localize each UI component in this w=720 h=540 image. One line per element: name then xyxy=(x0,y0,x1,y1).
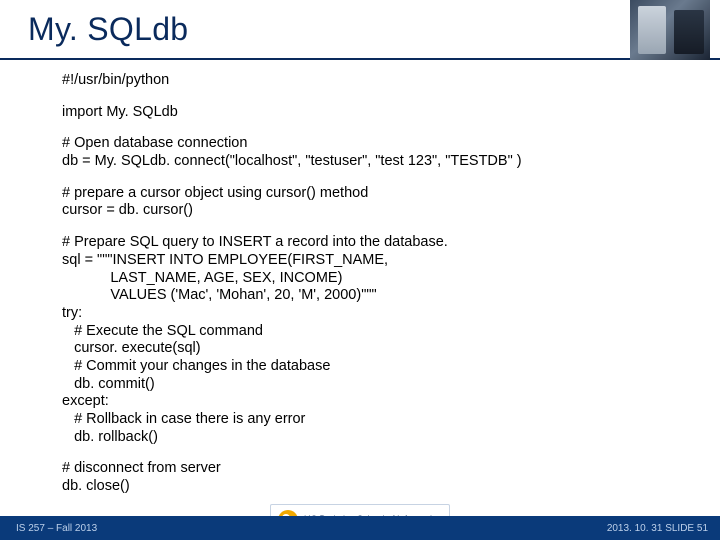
code-body: #!/usr/bin/python import My. SQLdb # Ope… xyxy=(0,60,720,496)
code-line: db. close() xyxy=(62,478,720,496)
code-line: try: xyxy=(62,305,720,323)
title-bar: My. SQLdb xyxy=(0,0,720,60)
code-line: db = My. SQLdb. connect("localhost", "te… xyxy=(62,153,720,171)
code-line: #!/usr/bin/python xyxy=(62,72,720,90)
code-line: # Open database connection xyxy=(62,135,720,153)
code-line: cursor. execute(sql) xyxy=(62,340,720,358)
code-line: # disconnect from server xyxy=(62,460,720,478)
footer-left: IS 257 – Fall 2013 xyxy=(0,523,97,534)
code-line: # Rollback in case there is any error xyxy=(62,411,720,429)
code-line: sql = """INSERT INTO EMPLOYEE(FIRST_NAME… xyxy=(62,252,720,270)
code-line: # Execute the SQL command xyxy=(62,323,720,341)
code-line: # Commit your changes in the database xyxy=(62,358,720,376)
slide: My. SQLdb #!/usr/bin/python import My. S… xyxy=(0,0,720,540)
code-line: except: xyxy=(62,393,720,411)
code-line: VALUES ('Mac', 'Mohan', 20, 'M', 2000)""… xyxy=(62,287,720,305)
title-photo xyxy=(630,0,710,60)
code-line: cursor = db. cursor() xyxy=(62,202,720,220)
code-line: # Prepare SQL query to INSERT a record i… xyxy=(62,234,720,252)
footer-bar: IS 257 – Fall 2013 2013. 10. 31 SLIDE 51 xyxy=(0,516,720,540)
code-line: db. commit() xyxy=(62,376,720,394)
code-line: db. rollback() xyxy=(62,429,720,447)
code-line: LAST_NAME, AGE, SEX, INCOME) xyxy=(62,270,720,288)
slide-title: My. SQLdb xyxy=(0,11,188,48)
footer-right: 2013. 10. 31 SLIDE 51 xyxy=(607,523,720,534)
code-line: # prepare a cursor object using cursor()… xyxy=(62,185,720,203)
code-line: import My. SQLdb xyxy=(62,104,720,122)
